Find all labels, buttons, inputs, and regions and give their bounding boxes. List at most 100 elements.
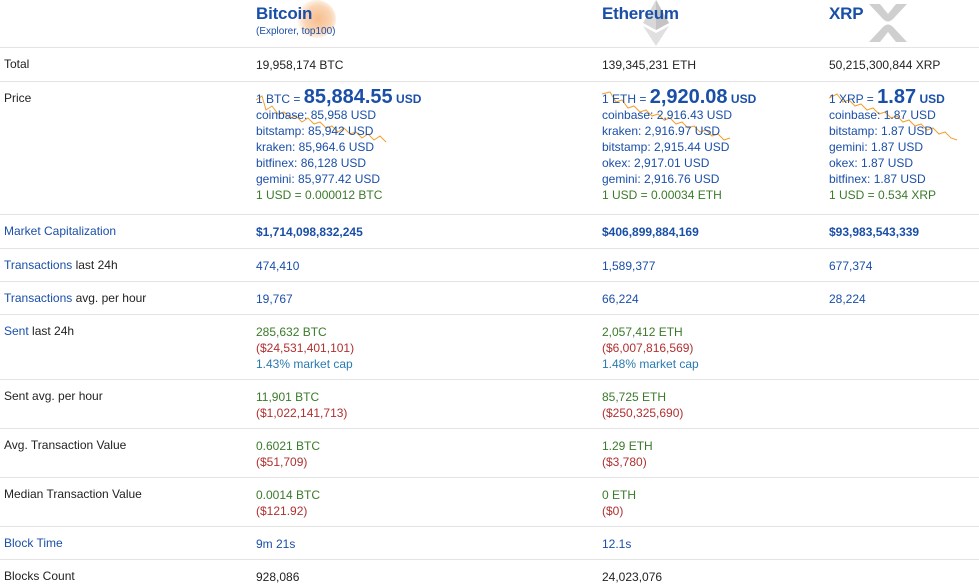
btc-block-time[interactable]: 9m 21s xyxy=(256,536,295,552)
btc-avg-tx-amount: 0.6021 BTC xyxy=(256,439,321,453)
xrp-link[interactable]: XRP xyxy=(829,4,864,24)
eth-sent-hour-amount: 85,725 ETH xyxy=(602,390,667,404)
row-label: Sent avg. per hour xyxy=(4,389,103,403)
row-label: Blocks Count xyxy=(4,569,75,583)
eth-median-tx: 0 ETH ($0) xyxy=(602,487,636,519)
row-label: Sent last 24h xyxy=(4,324,74,338)
bitcoin-explorer-link[interactable]: (Explorer, top100) xyxy=(256,26,336,37)
row-transactions-24h: Transactions last 24h 474,410 1,589,377 … xyxy=(0,249,979,282)
row-label: Transactions last 24h xyxy=(4,258,118,272)
xrp-exchange-price[interactable]: coinbase: 1.87 USD xyxy=(829,107,945,123)
row-blocks-count: Blocks Count 928,086 24,023,076 xyxy=(0,560,979,588)
eth-median-tx-amount: 0 ETH xyxy=(602,488,637,502)
eth-price-value: 2,920.08 xyxy=(649,86,728,108)
xrp-exchange-price[interactable]: bitfinex: 1.87 USD xyxy=(829,171,945,187)
btc-market-cap: $1,714,098,832,245 xyxy=(256,225,363,239)
eth-transactions-hour[interactable]: 66,224 xyxy=(602,291,639,307)
xrp-price-cell: 1 XRP = 1.87 USD coinbase: 1.87 USD bits… xyxy=(829,86,945,203)
row-label: Transactions avg. per hour xyxy=(4,291,146,305)
eth-total: 139,345,231 ETH xyxy=(602,58,697,72)
coin-header: Bitcoin (Explorer, top100) Ethereum XRP xyxy=(0,0,979,48)
row-label: Total xyxy=(4,57,30,71)
btc-median-tx-amount: 0.0014 BTC xyxy=(256,488,321,502)
row-price: Price 1 BTC = 85,884.55 USD coinbase: 85… xyxy=(0,82,979,215)
row-label: Price xyxy=(4,91,32,105)
bitcoin-link[interactable]: Bitcoin xyxy=(256,4,336,24)
eth-exchange-price[interactable]: kraken: 2,916.97 USD xyxy=(602,123,756,139)
row-sent-hour: Sent avg. per hour 11,901 BTC ($1,022,14… xyxy=(0,380,979,429)
eth-transactions-24h[interactable]: 1,589,377 xyxy=(602,258,655,274)
eth-avg-tx-usd: ($3,780) xyxy=(602,455,647,469)
eth-market-cap: $406,899,884,169 xyxy=(602,225,699,239)
btc-transactions-hour[interactable]: 19,767 xyxy=(256,291,293,307)
btc-sent-hour-usd: ($1,022,141,713) xyxy=(256,406,348,420)
xrp-total: 50,215,300,844 XRP xyxy=(829,58,941,72)
row-transactions-hour: Transactions avg. per hour 19,767 66,224… xyxy=(0,282,979,315)
btc-sent-hour: 11,901 BTC ($1,022,141,713) xyxy=(256,389,347,421)
eth-price-cell: 1 ETH = 2,920.08 USD coinbase: 2,916.43 … xyxy=(602,86,757,203)
transactions-link[interactable]: Transactions xyxy=(4,291,72,305)
xrp-exchange-price[interactable]: bitstamp: 1.87 USD xyxy=(829,123,945,139)
btc-exchange-price[interactable]: coinbase: 85,958 USD xyxy=(256,107,421,123)
xrp-transactions-hour[interactable]: 28,224 xyxy=(829,291,866,307)
btc-blocks-count: 928,086 xyxy=(256,570,300,584)
xrp-transactions-24h[interactable]: 677,374 xyxy=(829,258,872,274)
btc-price-value: 85,884.55 xyxy=(303,86,393,108)
row-label-suffix: last 24h xyxy=(28,324,75,338)
btc-exchange-price[interactable]: bitfinex: 86,128 USD xyxy=(256,155,421,171)
eth-exchange-price[interactable]: okex: 2,917.01 USD xyxy=(602,155,756,171)
btc-sent-24h: 285,632 BTC ($24,531,401,101) 1.43% mark… xyxy=(256,324,354,372)
btc-avg-tx-usd: ($51,709) xyxy=(256,455,308,469)
block-time-link[interactable]: Block Time xyxy=(4,536,63,550)
eth-blocks-count: 24,023,076 xyxy=(602,570,663,584)
btc-sent-market-cap-pct: 1.43% market cap xyxy=(256,357,353,371)
eth-sent-usd: ($6,007,816,569) xyxy=(602,341,694,355)
btc-exchange-price[interactable]: bitstamp: 85,942 USD xyxy=(256,123,421,139)
eth-sent-hour: 85,725 ETH ($250,325,690) xyxy=(602,389,683,421)
btc-price-cell: 1 BTC = 85,884.55 USD coinbase: 85,958 U… xyxy=(256,86,422,203)
xrp-price-unit: USD xyxy=(919,92,945,106)
eth-sent-24h: 2,057,412 ETH ($6,007,816,569) 1.48% mar… xyxy=(602,324,699,372)
btc-transactions-24h[interactable]: 474,410 xyxy=(256,258,299,274)
transactions-link[interactable]: Transactions xyxy=(4,258,72,272)
row-label: Median Transaction Value xyxy=(4,487,142,501)
eth-avg-tx-amount: 1.29 ETH xyxy=(602,439,653,453)
row-label-suffix: avg. per hour xyxy=(72,291,147,305)
eth-price-unit: USD xyxy=(730,92,757,106)
ethereum-link[interactable]: Ethereum xyxy=(602,4,679,24)
btc-price-unit: USD xyxy=(396,92,422,106)
btc-sent-amount: 285,632 BTC xyxy=(256,325,327,339)
xrp-inverse-price: 1 USD = 0.534 XRP xyxy=(829,188,937,202)
eth-inverse-price: 1 USD = 0.00034 ETH xyxy=(602,188,722,202)
eth-avg-tx: 1.29 ETH ($3,780) xyxy=(602,438,653,470)
eth-block-time[interactable]: 12.1s xyxy=(602,536,631,552)
sent-link[interactable]: Sent xyxy=(4,324,29,338)
xrp-exchange-price[interactable]: okex: 1.87 USD xyxy=(829,155,945,171)
xrp-market-cap: $93,983,543,339 xyxy=(829,225,920,239)
btc-avg-tx: 0.6021 BTC ($51,709) xyxy=(256,438,320,470)
eth-exchange-price[interactable]: bitstamp: 2,915.44 USD xyxy=(602,139,756,155)
btc-inverse-price: 1 USD = 0.000012 BTC xyxy=(256,188,383,202)
eth-sent-amount: 2,057,412 ETH xyxy=(602,325,683,339)
btc-total: 19,958,174 BTC xyxy=(256,58,344,72)
xrp-price-prefix: 1 XRP = xyxy=(829,92,874,106)
eth-median-tx-usd: ($0) xyxy=(602,504,624,518)
row-block-time: Block Time 9m 21s 12.1s xyxy=(0,527,979,560)
eth-sent-hour-usd: ($250,325,690) xyxy=(602,406,684,420)
eth-exchange-price[interactable]: coinbase: 2,916.43 USD xyxy=(602,107,756,123)
eth-exchange-price[interactable]: gemini: 2,916.76 USD xyxy=(602,171,756,187)
row-market-cap: Market Capitalization $1,714,098,832,245… xyxy=(0,215,979,249)
row-total: Total 19,958,174 BTC 139,345,231 ETH 50,… xyxy=(0,48,979,82)
btc-price-prefix: 1 BTC = xyxy=(256,92,301,106)
xrp-price-value: 1.87 xyxy=(877,86,917,108)
row-label: Avg. Transaction Value xyxy=(4,438,127,452)
xrp-exchange-price[interactable]: gemini: 1.87 USD xyxy=(829,139,945,155)
market-cap-link[interactable]: Market Capitalization xyxy=(4,224,116,238)
btc-median-tx: 0.0014 BTC ($121.92) xyxy=(256,487,320,519)
btc-exchange-price[interactable]: kraken: 85,964.6 USD xyxy=(256,139,421,155)
eth-price-prefix: 1 ETH = xyxy=(602,92,647,106)
btc-sent-hour-amount: 11,901 BTC xyxy=(256,390,320,404)
btc-exchange-price[interactable]: gemini: 85,977.42 USD xyxy=(256,171,421,187)
btc-median-tx-usd: ($121.92) xyxy=(256,504,308,518)
xrp-icon xyxy=(869,4,907,42)
